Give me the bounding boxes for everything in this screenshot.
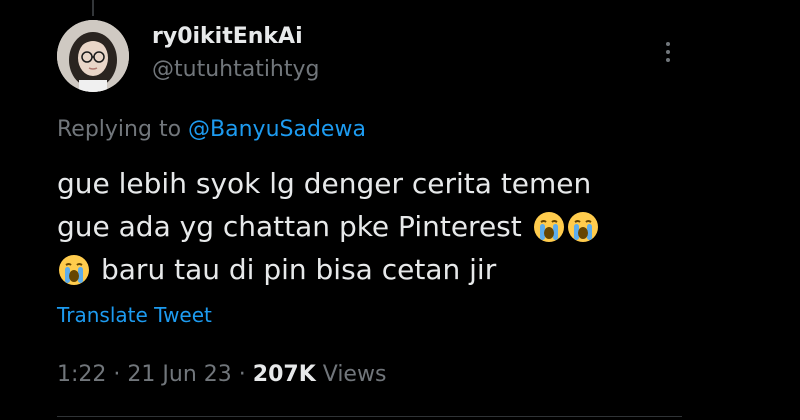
tweet-line-3: baru tau di pin bisa cetan jir xyxy=(57,248,697,291)
tweet-text-line: gue lebih syok lg denger cerita temen xyxy=(57,167,592,200)
tweet-meta: 1:22 · 21 Jun 23 · 207K Views xyxy=(57,362,386,387)
tweet-line-2: gue ada yg chattan pke Pinterest xyxy=(57,205,697,248)
display-name[interactable]: ry0ikitEnkAi xyxy=(152,24,303,49)
meta-separator: · xyxy=(113,362,121,387)
meta-separator: · xyxy=(238,362,246,387)
views-label: Views xyxy=(322,362,387,387)
crying-face-icon xyxy=(532,210,566,244)
translate-tweet-link[interactable]: Translate Tweet xyxy=(57,303,212,327)
more-icon-dot xyxy=(666,42,670,46)
views-count: 207K xyxy=(252,362,316,387)
avatar[interactable] xyxy=(57,20,129,92)
avatar-image xyxy=(57,20,129,92)
crying-face-icon xyxy=(57,253,91,287)
tweet-text: gue lebih syok lg denger cerita temen gu… xyxy=(57,162,697,291)
user-handle[interactable]: @tutuhtatihtyg xyxy=(152,57,319,82)
more-options-button[interactable] xyxy=(654,36,682,68)
reply-mention-link[interactable]: @BanyuSadewa xyxy=(188,117,366,142)
crying-face-icon xyxy=(566,210,600,244)
divider xyxy=(57,416,682,417)
replying-to: Replying to @BanyuSadewa xyxy=(57,117,366,142)
tweet-date[interactable]: 21 Jun 23 xyxy=(127,362,231,387)
more-icon-dot xyxy=(666,50,670,54)
more-icon-dot xyxy=(666,58,670,62)
tweet-text-line: gue ada yg chattan pke Pinterest xyxy=(57,210,522,243)
replying-prefix: Replying to xyxy=(57,117,182,142)
thread-line xyxy=(92,0,94,16)
tweet-line-1: gue lebih syok lg denger cerita temen xyxy=(57,162,697,205)
tweet-time[interactable]: 1:22 xyxy=(57,362,106,387)
tweet-text-line: baru tau di pin bisa cetan jir xyxy=(101,253,497,286)
